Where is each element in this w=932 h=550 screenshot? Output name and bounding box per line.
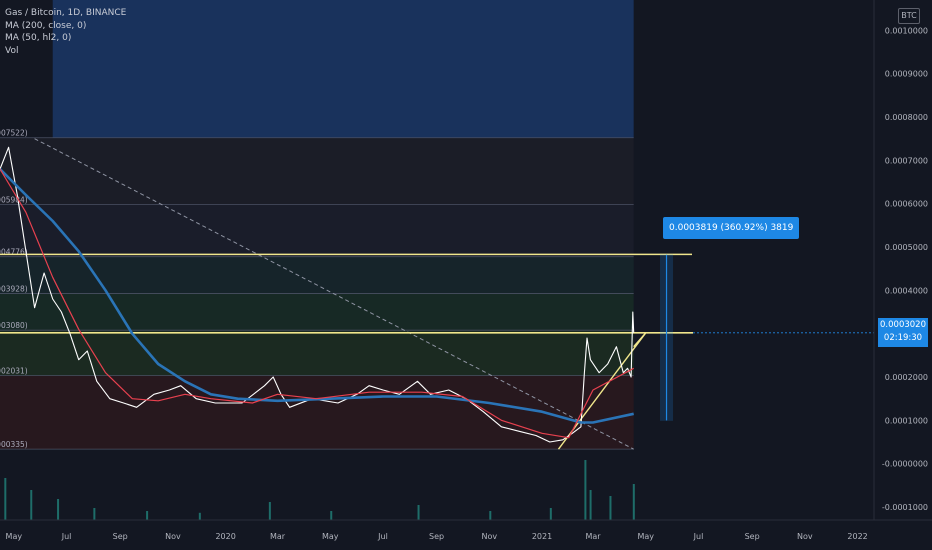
highlight-region: [52, 0, 634, 138]
y-tick-label: 0.0006000: [885, 200, 928, 209]
volume-bar: [198, 512, 201, 520]
x-tick-label: Mar: [585, 532, 601, 541]
candle-countdown: 02:19:30: [883, 333, 923, 343]
volume-bar: [489, 511, 492, 520]
x-tick-label: 2021: [532, 532, 552, 541]
x-tick-label: Jul: [61, 532, 72, 541]
y-tick-label: 0.0001000: [885, 416, 928, 425]
chart-legend: Gas / Bitcoin, 1D, BINANCE MA (200, clos…: [5, 7, 126, 57]
x-tick-label: May: [6, 532, 23, 541]
legend-title: Gas / Bitcoin, 1D, BINANCE: [5, 8, 127, 18]
x-tick-label: 2020: [215, 532, 235, 541]
legend-ma200: MA (200, close, 0): [5, 20, 87, 31]
volume-bar: [57, 499, 60, 520]
x-tick-label: Nov: [165, 532, 181, 541]
fib-label-1: 1(0.0007522): [0, 129, 28, 138]
x-tick-label: Nov: [797, 532, 813, 541]
fib-label-0.382: 0.382(0.0003080): [0, 321, 28, 330]
y-tick-label: 0.0005000: [885, 243, 928, 252]
volume-bar: [632, 484, 635, 520]
volume-bar: [549, 508, 552, 520]
fib-zone-1: [0, 137, 634, 205]
fib-zone-0.5: [0, 293, 634, 331]
volume-bar: [93, 508, 96, 520]
x-tick-label: Mar: [270, 532, 286, 541]
volume-bar: [30, 490, 33, 520]
currency-badge[interactable]: BTC: [898, 8, 920, 24]
x-tick-label: Sep: [113, 532, 128, 541]
x-tick-label: May: [322, 532, 339, 541]
volume-bar: [268, 502, 271, 520]
x-tick-label: May: [638, 532, 655, 541]
fib-label-0.618: 0.618(0.0004776): [0, 248, 28, 257]
fib-label-0.786: 0.786(0.0005984): [0, 195, 28, 204]
y-tick-label: 0.0002000: [885, 373, 928, 382]
volume-bar: [4, 478, 7, 520]
fib-label-0.5: 0.5(0.0003928): [0, 284, 28, 293]
volume-bar: [584, 460, 587, 520]
price-chart[interactable]: 1(0.0007522) 0.786(0.0005984) 0.618(0.0004…: [0, 0, 932, 550]
x-tick-label: Sep: [429, 532, 444, 541]
x-tick-label: Jul: [377, 532, 388, 541]
y-tick-label: 0.0007000: [885, 156, 928, 165]
fib-zone-0.382: [0, 330, 634, 376]
y-tick-label: -0.0001000: [882, 503, 928, 512]
y-tick-label: -0.0000000: [882, 460, 928, 469]
x-tick-label: Jul: [693, 532, 704, 541]
x-tick-label: 2022: [847, 532, 867, 541]
volume-bar: [146, 511, 149, 520]
volume-bar: [330, 511, 333, 520]
x-tick-label: Nov: [481, 532, 497, 541]
y-tick-label: 0.0010000: [885, 26, 928, 35]
legend-ma50: MA (50, hl2, 0): [5, 33, 72, 43]
x-tick-label: Sep: [745, 532, 760, 541]
y-tick-label: 0.0004000: [885, 286, 928, 295]
volume-bar: [417, 505, 420, 520]
current-price-value: 0.0003020: [880, 320, 926, 330]
volume-bar: [609, 496, 612, 520]
y-tick-label: 0.0008000: [885, 113, 928, 122]
fib-label-0.236: 0.236(0.0002031): [0, 367, 28, 376]
x-axis-panel: [0, 520, 932, 550]
legend-vol: Vol: [5, 45, 19, 56]
y-tick-label: 0.0009000: [885, 70, 928, 79]
volume-bar: [589, 490, 592, 520]
measure-label: 0.0003819 (360.92%) 3819: [663, 217, 800, 239]
fib-label-0: 0(0.0000335): [0, 440, 28, 449]
current-price-tag: 0.0003020 02:19:30: [878, 318, 928, 347]
fib-zone-0.786: [0, 204, 634, 257]
